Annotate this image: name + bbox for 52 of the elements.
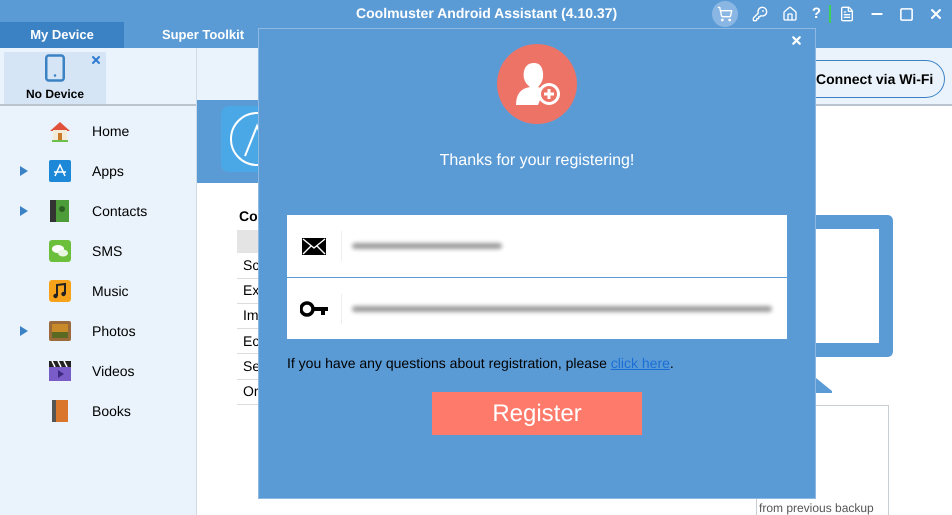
tab[interactable]: My Device: [0, 22, 124, 48]
sidebar-label: Videos: [92, 362, 135, 380]
remove-device-icon[interactable]: [90, 54, 102, 66]
window-title: Coolmuster Android Assistant (4.10.37): [356, 4, 618, 23]
sidebar-item[interactable]: Music: [0, 271, 196, 311]
sidebar-item[interactable]: Contacts: [0, 191, 196, 231]
registration-hint: If you have any questions about registration, please click here.: [287, 354, 674, 373]
sidebar-label: Home: [92, 122, 130, 140]
sidebar-item[interactable]: Videos: [0, 351, 196, 391]
maximize-icon[interactable]: [899, 6, 914, 22]
device-card[interactable]: No Device: [4, 52, 106, 104]
sidebar-label: Contacts: [92, 202, 148, 220]
sidebar-item[interactable]: Home: [0, 111, 196, 151]
table-cell-text: Im: [243, 306, 259, 326]
key-icon[interactable]: [752, 6, 768, 22]
table-cell-text: Ex: [243, 281, 260, 300]
sidebar-label: Apps: [92, 162, 124, 181]
sidebar-label: Photos: [92, 322, 136, 340]
notes-icon[interactable]: [839, 6, 855, 22]
sidebar-label: SMS: [92, 242, 122, 260]
address-book-icon: [48, 199, 72, 223]
table-cell-text: Or: [243, 382, 259, 402]
envelope-icon: [302, 238, 326, 254]
cart-icon: [716, 6, 733, 22]
expand-arrow-icon[interactable]: [20, 166, 28, 176]
sidebar-label: Books: [92, 402, 131, 420]
thanks-message: Thanks for your registering!: [440, 151, 634, 171]
sidebar-item[interactable]: Apps: [0, 151, 196, 191]
close-icon[interactable]: [928, 6, 944, 22]
close-icon[interactable]: [790, 34, 803, 47]
sidebar-item[interactable]: Photos: [0, 311, 196, 351]
clapperboard-icon: [48, 359, 72, 383]
table-cell-text: Sc: [243, 256, 260, 275]
sidebar-label: Music: [92, 282, 129, 300]
music-note-icon: [48, 279, 72, 303]
app-store-icon: [48, 159, 72, 183]
device-label: No Device: [26, 88, 84, 100]
key-icon: [300, 300, 328, 316]
app-store-icon: [221, 106, 258, 172]
expand-arrow-icon[interactable]: [20, 206, 28, 216]
house-icon: [48, 119, 72, 143]
expand-arrow-icon[interactable]: [20, 326, 28, 336]
section-heading: Co: [239, 208, 258, 224]
connect-wifi-button[interactable]: Connect via Wi-Fi: [816, 60, 945, 98]
sidebar-item[interactable]: Books: [0, 391, 196, 431]
cart-button[interactable]: [712, 1, 738, 27]
photo-frame-icon: [48, 319, 72, 343]
table-cell-text: Ec: [243, 332, 260, 351]
table-header: [237, 230, 258, 254]
chat-bubbles-icon: [48, 239, 72, 263]
home-icon[interactable]: [782, 6, 798, 22]
sidebar-item[interactable]: SMS: [0, 231, 196, 271]
